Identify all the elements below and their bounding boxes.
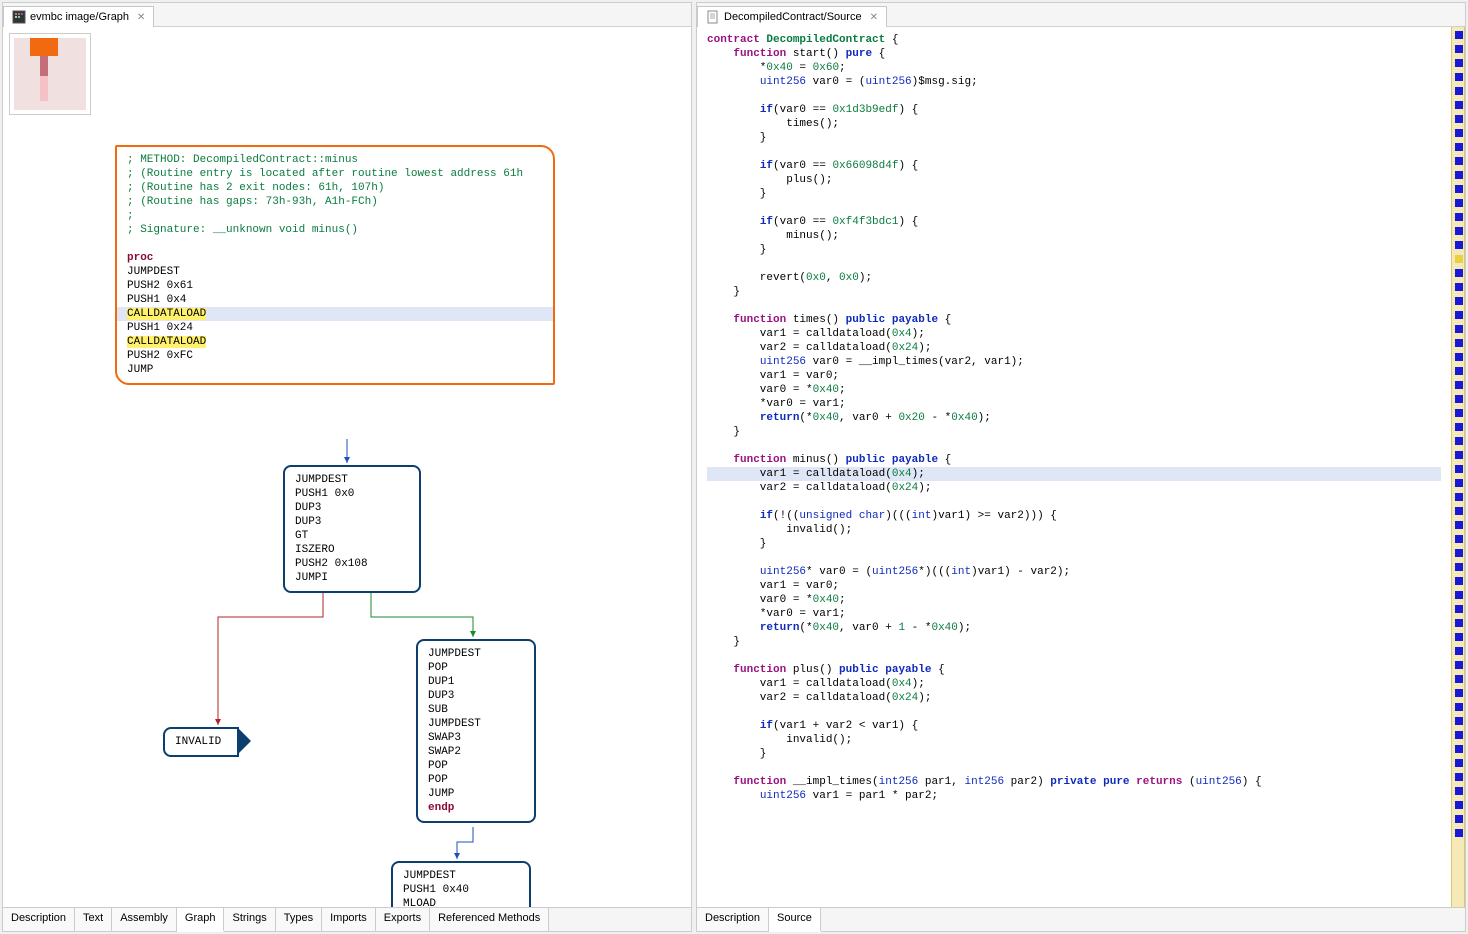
tab-title: evmbc image/Graph bbox=[30, 11, 129, 23]
bottom-tab-description[interactable]: Description bbox=[697, 908, 769, 931]
tab-title: DecompiledContract/Source bbox=[724, 11, 862, 23]
bottom-tab-source[interactable]: Source bbox=[769, 908, 821, 932]
bottom-tab-strings[interactable]: Strings bbox=[224, 908, 275, 931]
evm-icon bbox=[12, 10, 26, 24]
bottom-tab-graph[interactable]: Graph bbox=[177, 908, 225, 932]
graph-node-invalid[interactable]: INVALID bbox=[163, 727, 239, 757]
bottom-tab-text[interactable]: Text bbox=[75, 908, 112, 931]
graph-node-1[interactable]: JUMPDEST PUSH1 0x0 DUP3 DUP3 GT ISZERO P… bbox=[283, 465, 421, 593]
graph-node-2[interactable]: JUMPDEST POP DUP1 DUP3 SUB JUMPDEST SWAP… bbox=[416, 639, 536, 823]
bottom-tab-imports[interactable]: Imports bbox=[322, 908, 376, 931]
bottom-tab-exports[interactable]: Exports bbox=[376, 908, 430, 931]
graph-content[interactable]: ; METHOD: DecompiledContract::minus ; (R… bbox=[3, 27, 691, 907]
right-tab-bar: DecompiledContract/Source ✕ bbox=[697, 3, 1465, 27]
left-bottom-tabs: DescriptionTextAssemblyGraphStringsTypes… bbox=[3, 907, 691, 931]
graph-panel: evmbc image/Graph ✕ bbox=[2, 2, 692, 932]
close-icon[interactable]: ✕ bbox=[870, 12, 878, 23]
left-tab-bar: evmbc image/Graph ✕ bbox=[3, 3, 691, 27]
graph-node-proc[interactable]: ; METHOD: DecompiledContract::minus ; (R… bbox=[115, 145, 555, 385]
graph-node-3[interactable]: JUMPDEST PUSH1 0x40 MLOAD SWAP1 bbox=[391, 861, 531, 907]
tab-source[interactable]: DecompiledContract/Source ✕ bbox=[697, 6, 887, 28]
bottom-tab-types[interactable]: Types bbox=[276, 908, 322, 931]
source-panel: DecompiledContract/Source ✕ contract Dec… bbox=[696, 2, 1466, 932]
source-editor[interactable]: contract DecompiledContract { function s… bbox=[697, 27, 1451, 907]
tab-graph[interactable]: evmbc image/Graph ✕ bbox=[3, 6, 154, 28]
bottom-tab-assembly[interactable]: Assembly bbox=[112, 908, 177, 931]
minimap[interactable] bbox=[9, 33, 91, 115]
marker-gutter[interactable] bbox=[1451, 27, 1465, 907]
bottom-tab-referenced-methods[interactable]: Referenced Methods bbox=[430, 908, 549, 931]
close-icon[interactable]: ✕ bbox=[137, 12, 145, 23]
bottom-tab-description[interactable]: Description bbox=[3, 908, 75, 931]
file-icon bbox=[706, 10, 720, 24]
right-bottom-tabs: DescriptionSource bbox=[697, 907, 1465, 931]
source-content: contract DecompiledContract { function s… bbox=[697, 27, 1465, 907]
